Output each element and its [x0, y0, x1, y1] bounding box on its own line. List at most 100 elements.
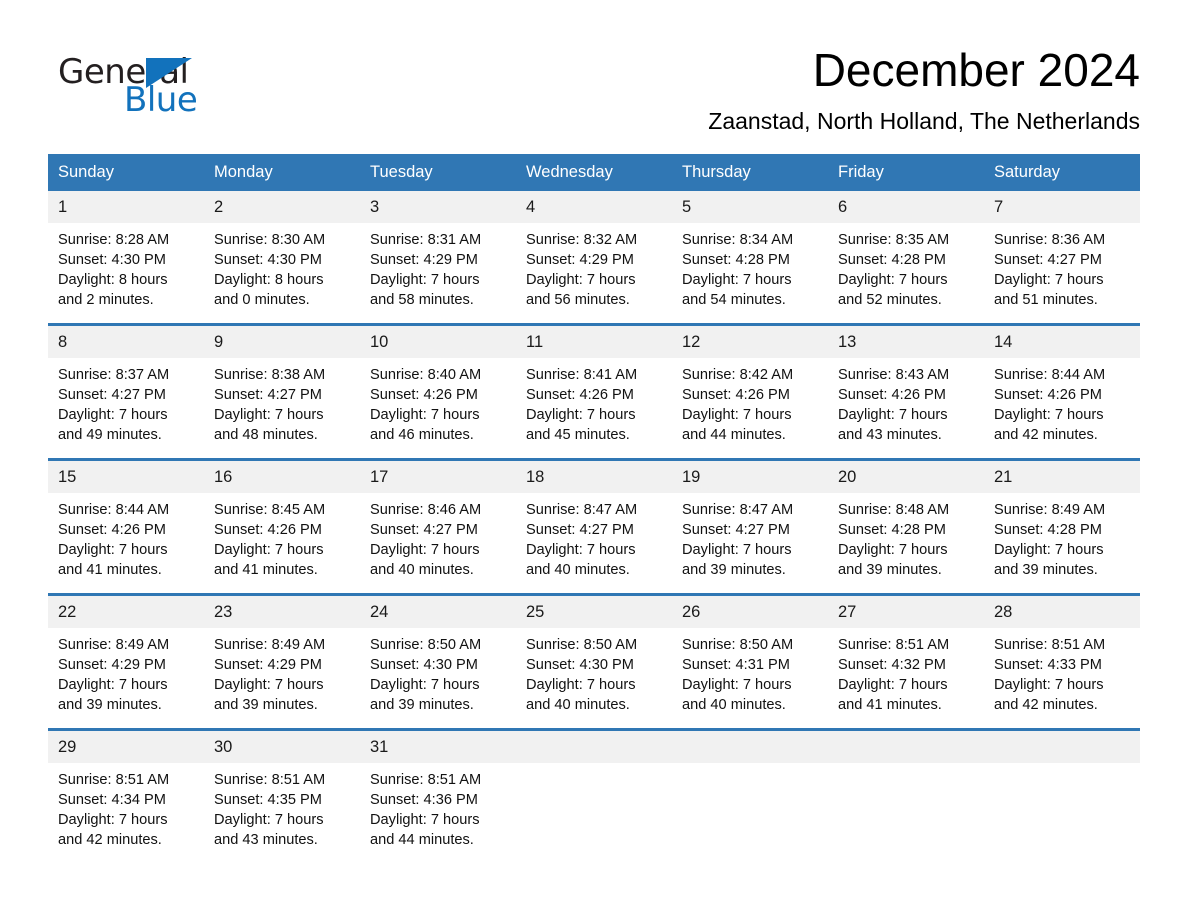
calendar-day-cell[interactable]: 16 Sunrise: 8:45 AM Sunset: 4:26 PM Dayligh…	[204, 461, 360, 593]
calendar-day-cell[interactable]: 5 Sunrise: 8:34 AM Sunset: 4:28 PM Daylight…	[672, 191, 828, 323]
daylight-text-line2: and 40 minutes.	[526, 562, 630, 578]
day-details: Sunrise: 8:50 AM Sunset: 4:30 PM Daylight:…	[360, 628, 516, 715]
daylight-text-line1: Daylight: 7 hours	[682, 272, 792, 288]
calendar-day-cell[interactable]: 8 Sunrise: 8:37 AM Sunset: 4:27 PM Daylight…	[48, 326, 204, 458]
weekday-header-sunday: Sunday	[58, 163, 114, 181]
calendar-day-cell[interactable]: 30 Sunrise: 8:51 AM Sunset: 4:35 PM Dayligh…	[204, 731, 360, 863]
sunrise-text: Sunrise: 8:35 AM	[838, 232, 950, 248]
sunrise-text: Sunrise: 8:49 AM	[58, 637, 170, 653]
calendar-day-cell[interactable]: 26 Sunrise: 8:50 AM Sunset: 4:31 PM Dayligh…	[672, 596, 828, 728]
sunset-text: Sunset: 4:29 PM	[58, 657, 166, 673]
daylight-text-line1: Daylight: 7 hours	[682, 407, 792, 423]
calendar-day-cell[interactable]: 17 Sunrise: 8:46 AM Sunset: 4:27 PM Dayligh…	[360, 461, 516, 593]
calendar-day-cell[interactable]: 20 Sunrise: 8:48 AM Sunset: 4:28 PM Dayligh…	[828, 461, 984, 593]
page-title: December 2024	[812, 44, 1140, 96]
calendar-week-row: 8 Sunrise: 8:37 AM Sunset: 4:27 PM Daylight…	[48, 323, 1140, 458]
calendar-day-cell[interactable]: 4 Sunrise: 8:32 AM Sunset: 4:29 PM Daylight…	[516, 191, 672, 323]
page-header: General Blue December 2024 Zaanstad, Nor…	[48, 0, 1140, 136]
weekday-header-thursday: Thursday	[682, 163, 751, 181]
daylight-text-line1: Daylight: 7 hours	[526, 407, 636, 423]
calendar-day-cell[interactable]: 7 Sunrise: 8:36 AM Sunset: 4:27 PM Daylight…	[984, 191, 1140, 323]
calendar-day-cell[interactable]: 3 Sunrise: 8:31 AM Sunset: 4:29 PM Daylight…	[360, 191, 516, 323]
sunset-text: Sunset: 4:30 PM	[526, 657, 634, 673]
sunrise-text: Sunrise: 8:51 AM	[838, 637, 950, 653]
calendar-day-cell[interactable]: 1 Sunrise: 8:28 AM Sunset: 4:30 PM Daylight…	[48, 191, 204, 323]
day-number: 9	[204, 326, 360, 358]
calendar-day-cell[interactable]: 19 Sunrise: 8:47 AM Sunset: 4:27 PM Dayligh…	[672, 461, 828, 593]
sunrise-text: Sunrise: 8:40 AM	[370, 367, 482, 383]
calendar-day-cell[interactable]: 15 Sunrise: 8:44 AM Sunset: 4:26 PM Dayligh…	[48, 461, 204, 593]
calendar-day-cell[interactable]: 22 Sunrise: 8:49 AM Sunset: 4:29 PM Dayligh…	[48, 596, 204, 728]
daylight-text-line2: and 41 minutes.	[58, 562, 162, 578]
calendar-day-cell[interactable]: 29 Sunrise: 8:51 AM Sunset: 4:34 PM Dayligh…	[48, 731, 204, 863]
daylight-text-line1: Daylight: 7 hours	[370, 677, 480, 693]
day-details: Sunrise: 8:51 AM Sunset: 4:32 PM Daylight:…	[828, 628, 984, 715]
logo-text-blue: Blue	[124, 80, 198, 120]
weekday-header-row: Sunday Monday Tuesday Wednesday Thursday…	[48, 154, 1140, 191]
sunset-text: Sunset: 4:27 PM	[526, 522, 634, 538]
daylight-text-line1: Daylight: 7 hours	[838, 407, 948, 423]
day-details: Sunrise: 8:49 AM Sunset: 4:29 PM Daylight:…	[204, 628, 360, 715]
calendar-day-cell[interactable]: 12 Sunrise: 8:42 AM Sunset: 4:26 PM Dayligh…	[672, 326, 828, 458]
day-number: 7	[984, 191, 1140, 223]
daylight-text-line2: and 48 minutes.	[214, 427, 318, 443]
calendar-day-cell[interactable]: 28 Sunrise: 8:51 AM Sunset: 4:33 PM Dayligh…	[984, 596, 1140, 728]
day-details: Sunrise: 8:48 AM Sunset: 4:28 PM Daylight:…	[828, 493, 984, 580]
day-number: 3	[360, 191, 516, 223]
calendar-day-cell[interactable]: 10 Sunrise: 8:40 AM Sunset: 4:26 PM Dayligh…	[360, 326, 516, 458]
calendar-day-cell[interactable]: 24 Sunrise: 8:50 AM Sunset: 4:30 PM Dayligh…	[360, 596, 516, 728]
sunrise-text: Sunrise: 8:31 AM	[370, 232, 482, 248]
day-details: Sunrise: 8:37 AM Sunset: 4:27 PM Daylight:…	[48, 358, 204, 445]
day-number: 6	[828, 191, 984, 223]
calendar-day-cell[interactable]: 14 Sunrise: 8:44 AM Sunset: 4:26 PM Dayligh…	[984, 326, 1140, 458]
daylight-text-line1: Daylight: 7 hours	[682, 542, 792, 558]
day-details: Sunrise: 8:51 AM Sunset: 4:35 PM Daylight:…	[204, 763, 360, 850]
day-number: 8	[48, 326, 204, 358]
calendar-day-cell[interactable]: 23 Sunrise: 8:49 AM Sunset: 4:29 PM Dayligh…	[204, 596, 360, 728]
daylight-text-line2: and 41 minutes.	[838, 697, 942, 713]
day-number: 26	[672, 596, 828, 628]
daylight-text-line1: Daylight: 7 hours	[994, 272, 1104, 288]
day-number: 11	[516, 326, 672, 358]
calendar-day-cell[interactable]: 21 Sunrise: 8:49 AM Sunset: 4:28 PM Dayligh…	[984, 461, 1140, 593]
calendar-day-cell[interactable]: 27 Sunrise: 8:51 AM Sunset: 4:32 PM Dayligh…	[828, 596, 984, 728]
day-details: Sunrise: 8:51 AM Sunset: 4:33 PM Daylight:…	[984, 628, 1140, 715]
day-number: 16	[204, 461, 360, 493]
day-number: 18	[516, 461, 672, 493]
sunset-text: Sunset: 4:30 PM	[370, 657, 478, 673]
daylight-text-line1: Daylight: 7 hours	[58, 407, 168, 423]
calendar-day-cell[interactable]: 31 Sunrise: 8:51 AM Sunset: 4:36 PM Dayligh…	[360, 731, 516, 863]
sunrise-text: Sunrise: 8:51 AM	[370, 772, 482, 788]
calendar-day-cell[interactable]: 13 Sunrise: 8:43 AM Sunset: 4:26 PM Dayligh…	[828, 326, 984, 458]
day-details: Sunrise: 8:34 AM Sunset: 4:28 PM Daylight:…	[672, 223, 828, 310]
day-details: Sunrise: 8:49 AM Sunset: 4:29 PM Daylight:…	[48, 628, 204, 715]
calendar-day-cell[interactable]: 18 Sunrise: 8:47 AM Sunset: 4:27 PM Dayligh…	[516, 461, 672, 593]
day-number: 19	[672, 461, 828, 493]
day-number: 25	[516, 596, 672, 628]
day-number: 1	[48, 191, 204, 223]
day-number	[828, 731, 984, 763]
day-details: Sunrise: 8:50 AM Sunset: 4:31 PM Daylight:…	[672, 628, 828, 715]
daylight-text-line1: Daylight: 7 hours	[526, 542, 636, 558]
day-details: Sunrise: 8:42 AM Sunset: 4:26 PM Daylight:…	[672, 358, 828, 445]
calendar-day-cell[interactable]: 11 Sunrise: 8:41 AM Sunset: 4:26 PM Dayligh…	[516, 326, 672, 458]
daylight-text-line2: and 46 minutes.	[370, 427, 474, 443]
day-number: 29	[48, 731, 204, 763]
day-details: Sunrise: 8:50 AM Sunset: 4:30 PM Daylight:…	[516, 628, 672, 715]
day-number: 17	[360, 461, 516, 493]
calendar-day-cell[interactable]: 25 Sunrise: 8:50 AM Sunset: 4:30 PM Dayligh…	[516, 596, 672, 728]
daylight-text-line1: Daylight: 7 hours	[370, 272, 480, 288]
day-number: 30	[204, 731, 360, 763]
sunrise-text: Sunrise: 8:45 AM	[214, 502, 326, 518]
calendar-day-cell[interactable]: 6 Sunrise: 8:35 AM Sunset: 4:28 PM Daylight…	[828, 191, 984, 323]
sunset-text: Sunset: 4:27 PM	[994, 252, 1102, 268]
daylight-text-line2: and 39 minutes.	[214, 697, 318, 713]
calendar-day-cell[interactable]: 2 Sunrise: 8:30 AM Sunset: 4:30 PM Daylight…	[204, 191, 360, 323]
sunrise-text: Sunrise: 8:49 AM	[214, 637, 326, 653]
daylight-text-line2: and 39 minutes.	[994, 562, 1098, 578]
general-blue-logo[interactable]: General Blue	[48, 44, 228, 120]
sunrise-text: Sunrise: 8:28 AM	[58, 232, 170, 248]
calendar-day-cell[interactable]: 9 Sunrise: 8:38 AM Sunset: 4:27 PM Daylight…	[204, 326, 360, 458]
daylight-text-line1: Daylight: 7 hours	[214, 812, 324, 828]
daylight-text-line1: Daylight: 7 hours	[682, 677, 792, 693]
